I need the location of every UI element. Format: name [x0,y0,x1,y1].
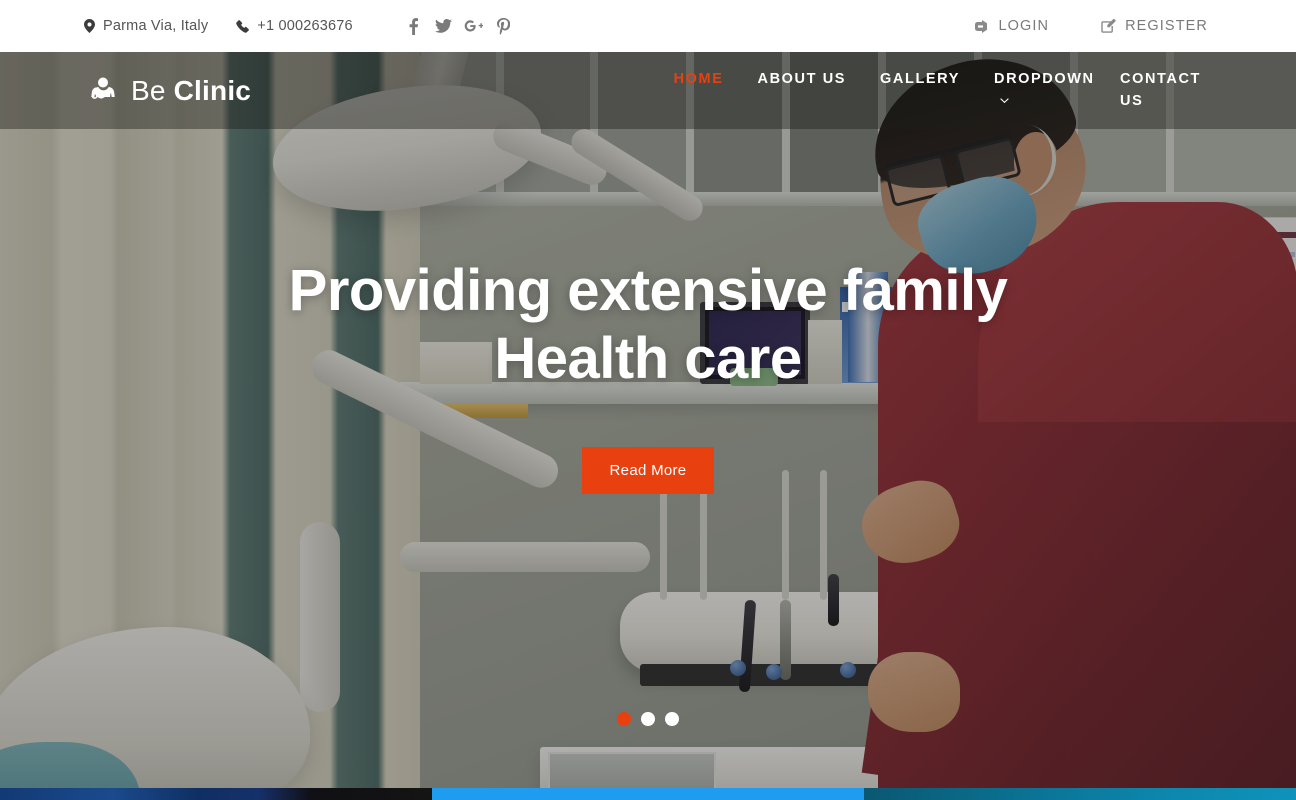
top-bar-auth-group: LOGIN REGISTER [923,18,1208,34]
phone-info: +1 000263676 [236,18,353,34]
twitter-icon[interactable] [429,13,459,39]
main-navbar: Be Clinic HOME ABOUT US GALLERY DROPDOWN… [0,52,1296,129]
nav-item-gallery[interactable]: GALLERY [880,68,960,90]
nav-item-home-label: HOME [673,70,724,87]
nav-item-home[interactable]: HOME [674,68,724,90]
read-more-button[interactable]: Read More [581,447,715,494]
services-section [0,788,1296,800]
nav-item-gallery-label: GALLERY [880,70,960,87]
brand-text: Be Clinic [131,75,251,107]
nav-item-dropdown[interactable]: DROPDOWN [994,68,1093,112]
pinterest-icon[interactable] [489,13,519,39]
hero-content: Providing extensive family Health care R… [0,52,1296,788]
phone-icon [236,19,250,33]
nav-item-contact-us-label: CONTACT US [1120,70,1202,109]
site-logo[interactable]: Be Clinic [88,75,251,107]
location-info: Parma Via, Italy [84,18,208,34]
register-pencil-icon [1101,19,1116,33]
brand-text-part2: Clinic [173,74,252,106]
google-plus-icon[interactable] [459,13,489,39]
map-marker-icon [84,19,95,33]
top-bar: Parma Via, Italy +1 000263676 LOGIN REGI… [0,0,1296,52]
hero-heading-line-1: Providing extensive family [288,258,1008,323]
service-card-1[interactable] [0,788,432,800]
facebook-icon[interactable] [399,13,429,39]
brand-text-part1: Be [131,74,174,106]
register-button[interactable]: REGISTER [1101,18,1208,34]
nav-item-dropdown-label: DROPDOWN [994,70,1095,87]
social-links [399,13,519,39]
doctor-stethoscope-icon [88,76,118,106]
phone-text: +1 000263676 [257,18,353,34]
nav-item-about-us[interactable]: ABOUT US [758,68,847,90]
chevron-down-icon [1000,90,1009,112]
login-label: LOGIN [998,18,1050,34]
login-icon [975,19,989,33]
hero-slider: Providing extensive family Health care R… [0,52,1296,788]
nav-item-contact-us[interactable]: CONTACT US [1120,68,1212,112]
service-card-3[interactable] [864,788,1296,800]
login-button[interactable]: LOGIN [975,18,1049,34]
main-menu: HOME ABOUT US GALLERY DROPDOWN CONTACT U… [674,68,1212,114]
service-card-2[interactable] [432,788,864,800]
nav-item-about-us-label: ABOUT US [757,70,847,87]
register-label: REGISTER [1125,18,1208,34]
location-text: Parma Via, Italy [103,18,209,34]
top-bar-contact-group: Parma Via, Italy +1 000263676 [84,13,519,39]
hero-heading: Providing extensive family Health care [268,257,1028,393]
hero-heading-line-2: Health care [494,326,802,391]
